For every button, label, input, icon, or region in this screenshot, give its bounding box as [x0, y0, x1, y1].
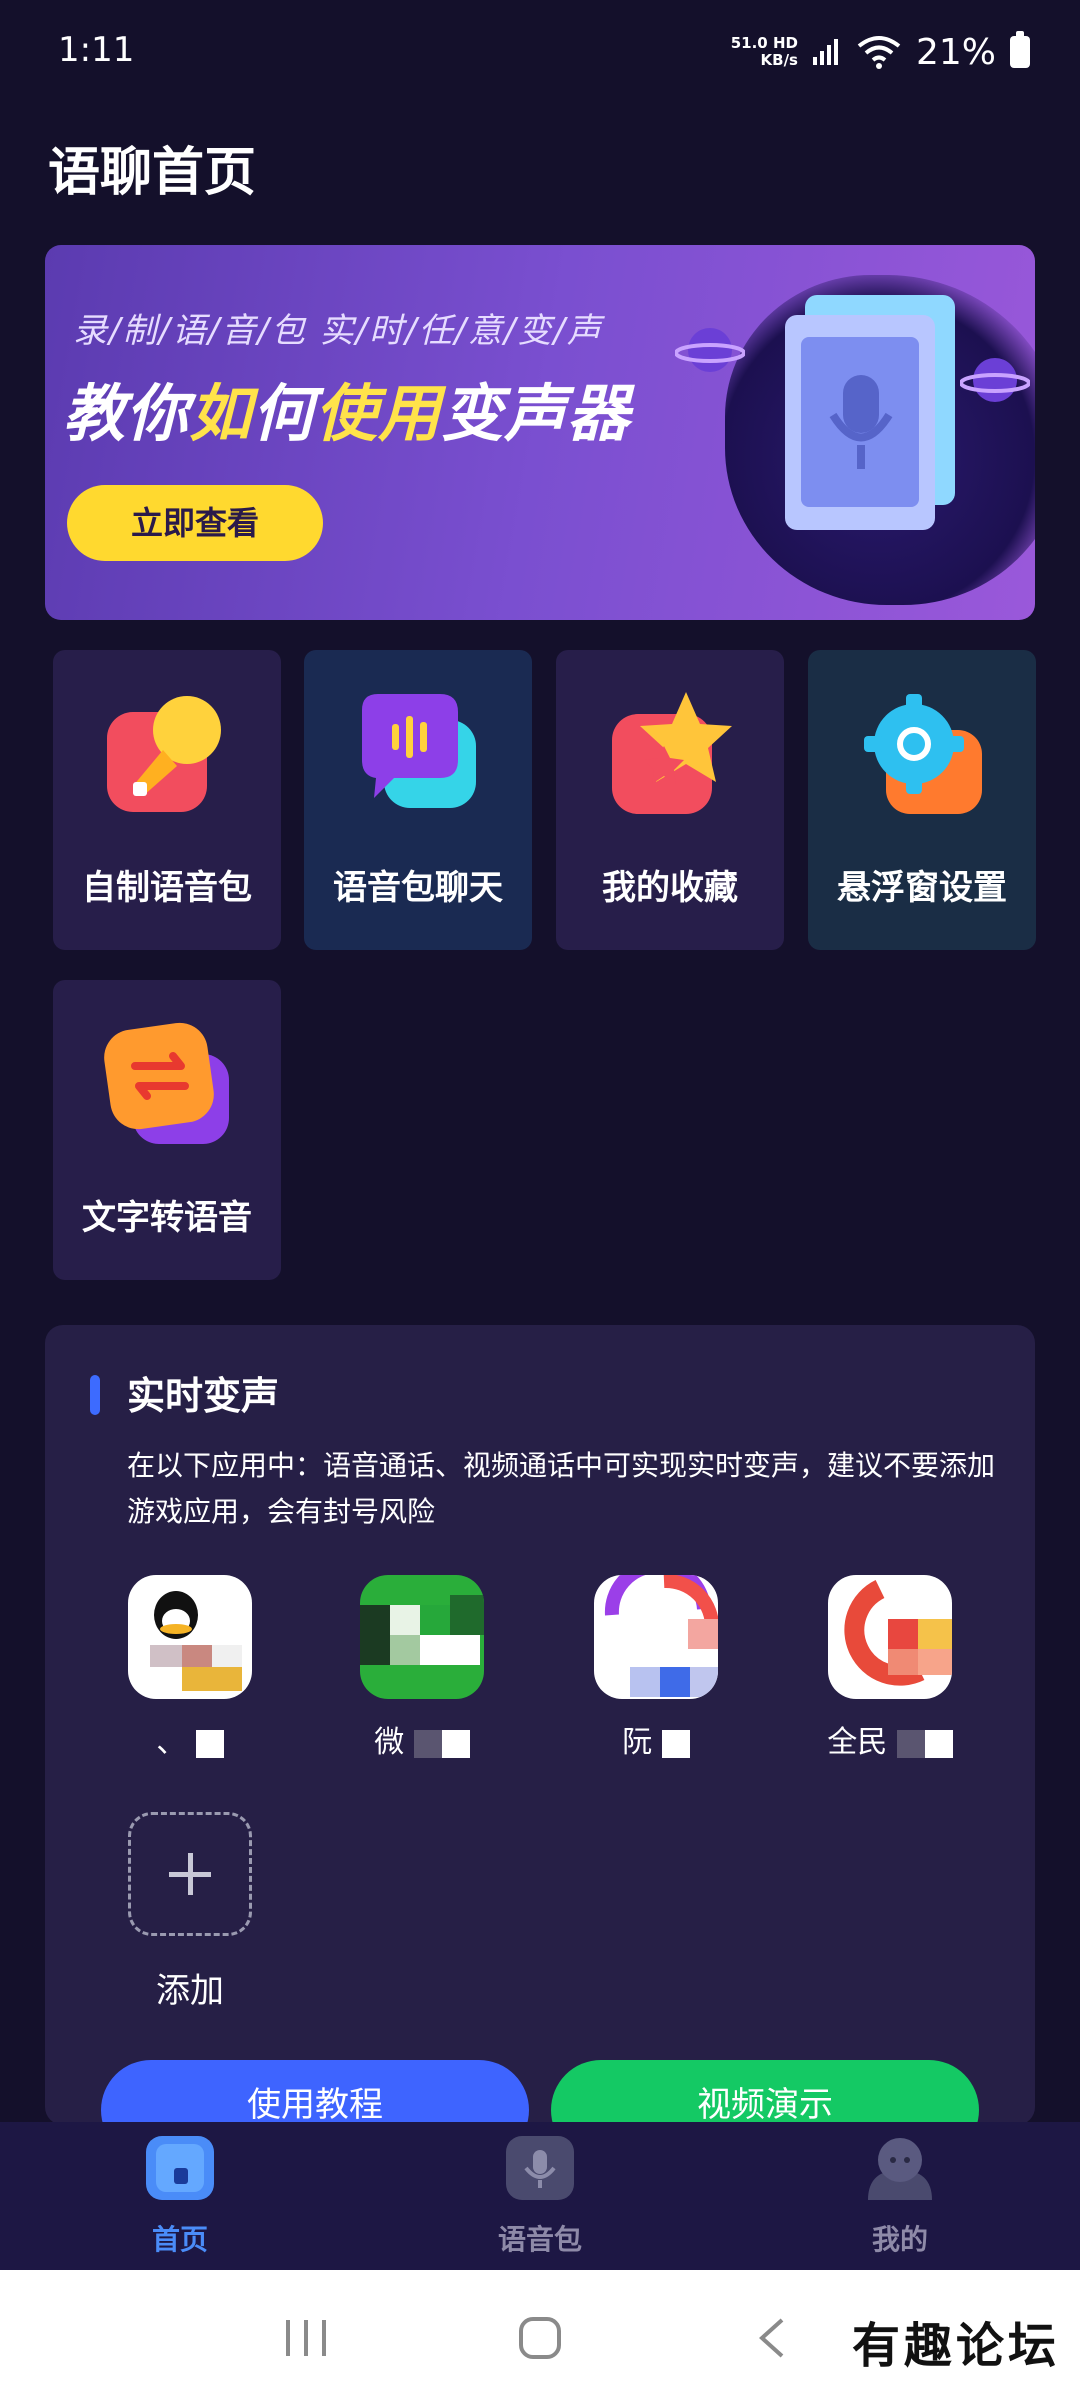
app-name: 微: [347, 1717, 497, 1760]
status-time: 1:11: [58, 30, 135, 70]
voice-book-icon: [785, 295, 955, 530]
microphone-icon: [107, 696, 221, 812]
recent-apps-icon[interactable]: [282, 2318, 332, 2358]
realtime-voice-change-card: 实时变声 在以下应用中：语音通话、视频通话中可实现实时变声，建议不要添加游戏应用…: [45, 1325, 1035, 2125]
bottom-navigation: 首页 语音包 我的: [0, 2122, 1080, 2270]
section-title: 实时变声: [127, 1374, 280, 1418]
feature-tile-favorites[interactable]: 我的收藏: [556, 650, 784, 950]
banner-subtitle: 录/制/语/音/包 实/时/任/意/变/声: [73, 311, 603, 351]
page-title: 语聊首页: [48, 143, 257, 203]
convert-icon: [104, 1022, 229, 1144]
nav-item-me[interactable]: 我的: [800, 2136, 1000, 2258]
qq-icon: [128, 1575, 252, 1699]
feature-tile-custom-voice-pack[interactable]: 自制语音包: [53, 650, 281, 950]
battery-percent: 21%: [915, 31, 996, 73]
add-app-label: 添加: [156, 1971, 224, 2011]
wechat-icon: [360, 1575, 484, 1699]
video-demo-button[interactable]: 视频演示: [551, 2060, 979, 2125]
tile-label: 语音包聊天: [333, 868, 503, 908]
wifi-icon: [857, 36, 901, 69]
tutorial-banner[interactable]: 录/制/语/音/包 实/时/任/意/变/声 教你如何使用变声器 立即查看: [45, 245, 1035, 620]
nav-item-home[interactable]: 首页: [80, 2136, 280, 2258]
voice-chat-icon: [362, 694, 476, 808]
signal-icon: [812, 39, 838, 65]
app-entry-wechat[interactable]: 微: [347, 1575, 497, 1760]
app-name: 全民: [815, 1717, 965, 1760]
feature-tile-floating-window-settings[interactable]: 悬浮窗设置: [808, 650, 1036, 950]
app-icon: [594, 1575, 718, 1699]
tile-label: 悬浮窗设置: [837, 868, 1007, 908]
forum-watermark: 有趣论坛: [851, 2318, 1060, 2374]
system-navigation-bar: 有趣论坛: [0, 2270, 1080, 2400]
tutorial-button[interactable]: 使用教程: [101, 2060, 529, 2125]
section-description: 在以下应用中：语音通话、视频通话中可实现实时变声，建议不要添加游戏应用，会有封号…: [127, 1449, 996, 1528]
view-now-button[interactable]: 立即查看: [67, 485, 323, 561]
gear-icon: [864, 694, 982, 814]
status-icons: 51.0 HD KB/s 21%: [731, 30, 1030, 74]
tile-label: 文字转语音: [82, 1198, 252, 1238]
planet-icon: [960, 358, 1030, 402]
tile-label: 自制语音包: [82, 868, 252, 908]
back-icon[interactable]: [756, 2316, 786, 2360]
feature-tile-voice-chat[interactable]: 语音包聊天: [304, 650, 532, 950]
home-icon: [146, 2136, 214, 2200]
app-name: 阮: [581, 1717, 731, 1760]
app-icon: [828, 1575, 952, 1699]
nav-label: 语音包: [497, 2223, 582, 2256]
voice-pack-icon: [506, 2136, 574, 2200]
banner-headline: 教你如何使用变声器: [63, 377, 631, 450]
section-accent-bar: [90, 1375, 100, 1415]
nav-label: 我的: [871, 2223, 928, 2256]
battery-icon: [1010, 31, 1030, 68]
app-entry-quanmin[interactable]: 全民: [815, 1575, 965, 1760]
app-entry-qq[interactable]: 、: [115, 1575, 265, 1760]
app-screen: 1:11 51.0 HD KB/s 21% 语聊首页 录/制/语/音/包 实/时…: [0, 0, 1080, 2400]
nav-label: 首页: [151, 2223, 208, 2256]
feature-tile-text-to-speech[interactable]: 文字转语音: [53, 980, 281, 1280]
plus-icon: [169, 1853, 211, 1895]
star-icon: [612, 692, 732, 814]
add-app-button[interactable]: [128, 1812, 252, 1936]
network-speed: 51.0 HD KB/s: [730, 34, 798, 69]
status-bar: 1:11 51.0 HD KB/s 21%: [0, 0, 1080, 100]
planet-icon: [675, 328, 745, 372]
app-name: 、: [115, 1717, 265, 1760]
home-button-icon[interactable]: [518, 2316, 562, 2360]
profile-icon: [866, 2136, 934, 2200]
app-entry-app3[interactable]: 阮: [581, 1575, 731, 1760]
nav-item-voice-pack[interactable]: 语音包: [440, 2136, 640, 2258]
tile-label: 我的收藏: [602, 868, 738, 908]
